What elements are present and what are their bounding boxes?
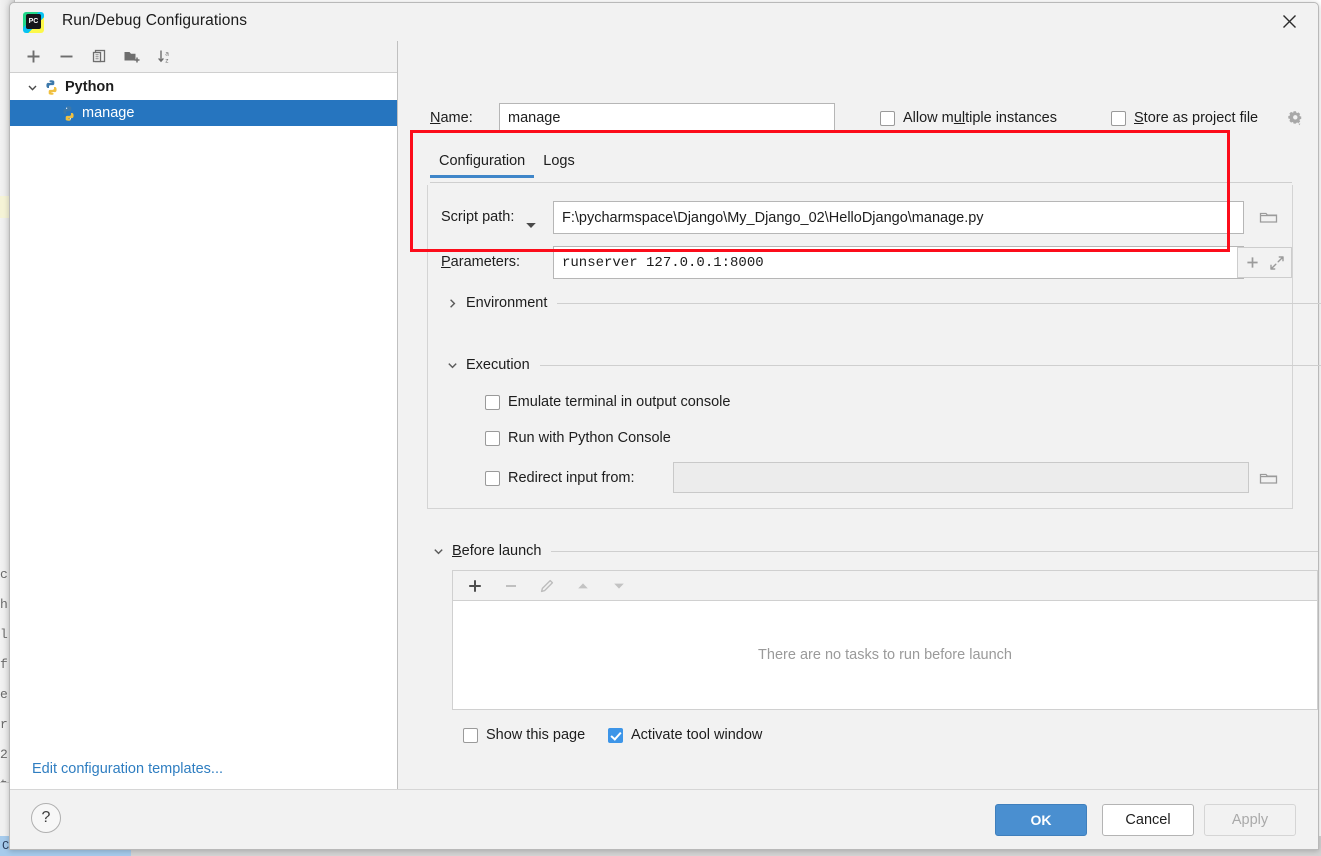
store-as-project-file-checkbox[interactable]: Store as project file	[1111, 110, 1258, 126]
section-divider	[539, 364, 1321, 366]
show-this-page-checkbox[interactable]: Show this page	[463, 727, 585, 743]
activate-tool-window-label: Activate tool window	[631, 727, 763, 743]
checkbox-box[interactable]	[485, 430, 500, 446]
name-input[interactable]	[499, 103, 835, 132]
folder-browse-icon[interactable]	[1254, 466, 1282, 490]
dialog-titlebar: Run/Debug Configurations	[10, 3, 1318, 41]
checkbox-box[interactable]	[485, 470, 500, 486]
apply-button[interactable]: Apply	[1204, 804, 1296, 836]
add-configuration-button[interactable]	[18, 44, 48, 70]
help-icon[interactable]: ?	[31, 803, 61, 833]
tab-rail	[430, 182, 1292, 183]
name-label: Name:	[430, 110, 473, 126]
parameters-input[interactable]	[553, 246, 1244, 279]
script-path-label: Script path:	[441, 209, 515, 225]
section-divider	[557, 302, 1321, 304]
redirect-input-field[interactable]	[673, 462, 1249, 493]
run-debug-configurations-dialog: Run/Debug Configurations	[9, 2, 1321, 850]
redirect-input-checkbox[interactable]: Redirect input from:	[485, 470, 635, 486]
configurations-tree-panel: a z Python manage Edit configuration tem…	[10, 41, 398, 791]
checkbox-box[interactable]	[880, 110, 895, 126]
chevron-down-icon[interactable]	[445, 358, 459, 372]
before-launch-empty-message: There are no tasks to run before launch	[758, 647, 1012, 663]
chevron-right-icon[interactable]	[445, 296, 459, 310]
chevron-down-icon[interactable]	[24, 79, 40, 95]
remove-task-button	[496, 573, 526, 599]
execution-label: Execution	[466, 357, 530, 373]
checkbox-box[interactable]	[485, 394, 500, 410]
environment-label: Environment	[466, 295, 548, 311]
cancel-button[interactable]: Cancel	[1102, 804, 1194, 836]
folder-browse-icon[interactable]	[1254, 204, 1282, 230]
arrow-up-icon	[568, 573, 598, 599]
emulate-terminal-checkbox[interactable]: Emulate terminal in output console	[485, 394, 730, 410]
chevron-down-icon[interactable]	[525, 217, 537, 233]
store-as-project-file-label: Store as project file	[1134, 110, 1259, 126]
checkbox-box[interactable]	[1111, 110, 1126, 126]
activate-tool-window-checkbox[interactable]: Activate tool window	[608, 727, 762, 743]
python-icon	[60, 105, 77, 122]
before-launch-task-list[interactable]: There are no tasks to run before launch	[452, 600, 1318, 710]
show-this-page-label: Show this page	[486, 727, 586, 743]
dialog-title: Run/Debug Configurations	[62, 12, 248, 29]
before-launch-label: Before launch	[452, 543, 542, 559]
plus-icon[interactable]	[1241, 252, 1263, 274]
emulate-terminal-label: Emulate terminal in output console	[508, 394, 731, 410]
edit-configuration-templates-link[interactable]: Edit configuration templates...	[32, 761, 223, 777]
chevron-down-icon[interactable]	[431, 544, 445, 558]
section-divider	[551, 550, 1319, 552]
parameters-label: Parameters:	[441, 254, 520, 270]
parameters-actions	[1237, 247, 1292, 278]
before-launch-toolbar	[452, 570, 1318, 600]
new-folder-icon[interactable]	[117, 44, 147, 70]
script-path-input[interactable]	[553, 201, 1244, 234]
arrow-down-icon	[604, 573, 634, 599]
allow-multiple-instances-label: Allow multiple instances	[903, 110, 1057, 126]
dialog-footer: ? OK Cancel Apply	[10, 789, 1318, 849]
checkbox-box[interactable]	[608, 727, 623, 743]
execution-section-header[interactable]: Execution	[445, 357, 1321, 373]
pencil-icon	[532, 573, 562, 599]
tree-group-label: Python	[65, 79, 115, 95]
allow-multiple-instances-checkbox[interactable]: Allow multiple instances	[880, 110, 1057, 126]
checkbox-box[interactable]	[463, 727, 478, 743]
tree-item-label: manage	[82, 105, 135, 121]
configuration-tabs: Configuration Logs	[430, 153, 584, 178]
redirect-input-label: Redirect input from:	[508, 470, 635, 486]
svg-text:z: z	[165, 57, 168, 64]
tab-logs[interactable]: Logs	[534, 153, 583, 178]
tree-group-python[interactable]: Python	[10, 74, 397, 100]
run-with-python-console-checkbox[interactable]: Run with Python Console	[485, 430, 671, 446]
gear-dropdown-icon[interactable]	[1284, 107, 1306, 129]
remove-configuration-button[interactable]	[51, 44, 81, 70]
environment-section-header[interactable]: Environment	[445, 295, 1321, 311]
ok-button[interactable]: OK	[995, 804, 1087, 836]
add-task-button[interactable]	[460, 573, 490, 599]
configurations-tree: Python manage	[10, 74, 397, 749]
pycharm-icon	[23, 12, 44, 33]
sort-alpha-icon[interactable]: a z	[150, 44, 180, 70]
close-icon[interactable]	[1260, 3, 1318, 40]
before-launch-section-header[interactable]: Before launch	[431, 543, 1319, 559]
run-with-python-console-label: Run with Python Console	[508, 430, 671, 446]
python-icon	[43, 79, 60, 96]
expand-arrows-icon[interactable]	[1266, 252, 1288, 274]
tab-configuration[interactable]: Configuration	[430, 153, 535, 178]
tree-item-manage[interactable]: manage	[10, 100, 397, 126]
configuration-details-panel: Name: Allow multiple instances Store as …	[399, 41, 1321, 791]
configurations-toolbar: a z	[10, 41, 397, 73]
copy-icon[interactable]	[84, 44, 114, 70]
